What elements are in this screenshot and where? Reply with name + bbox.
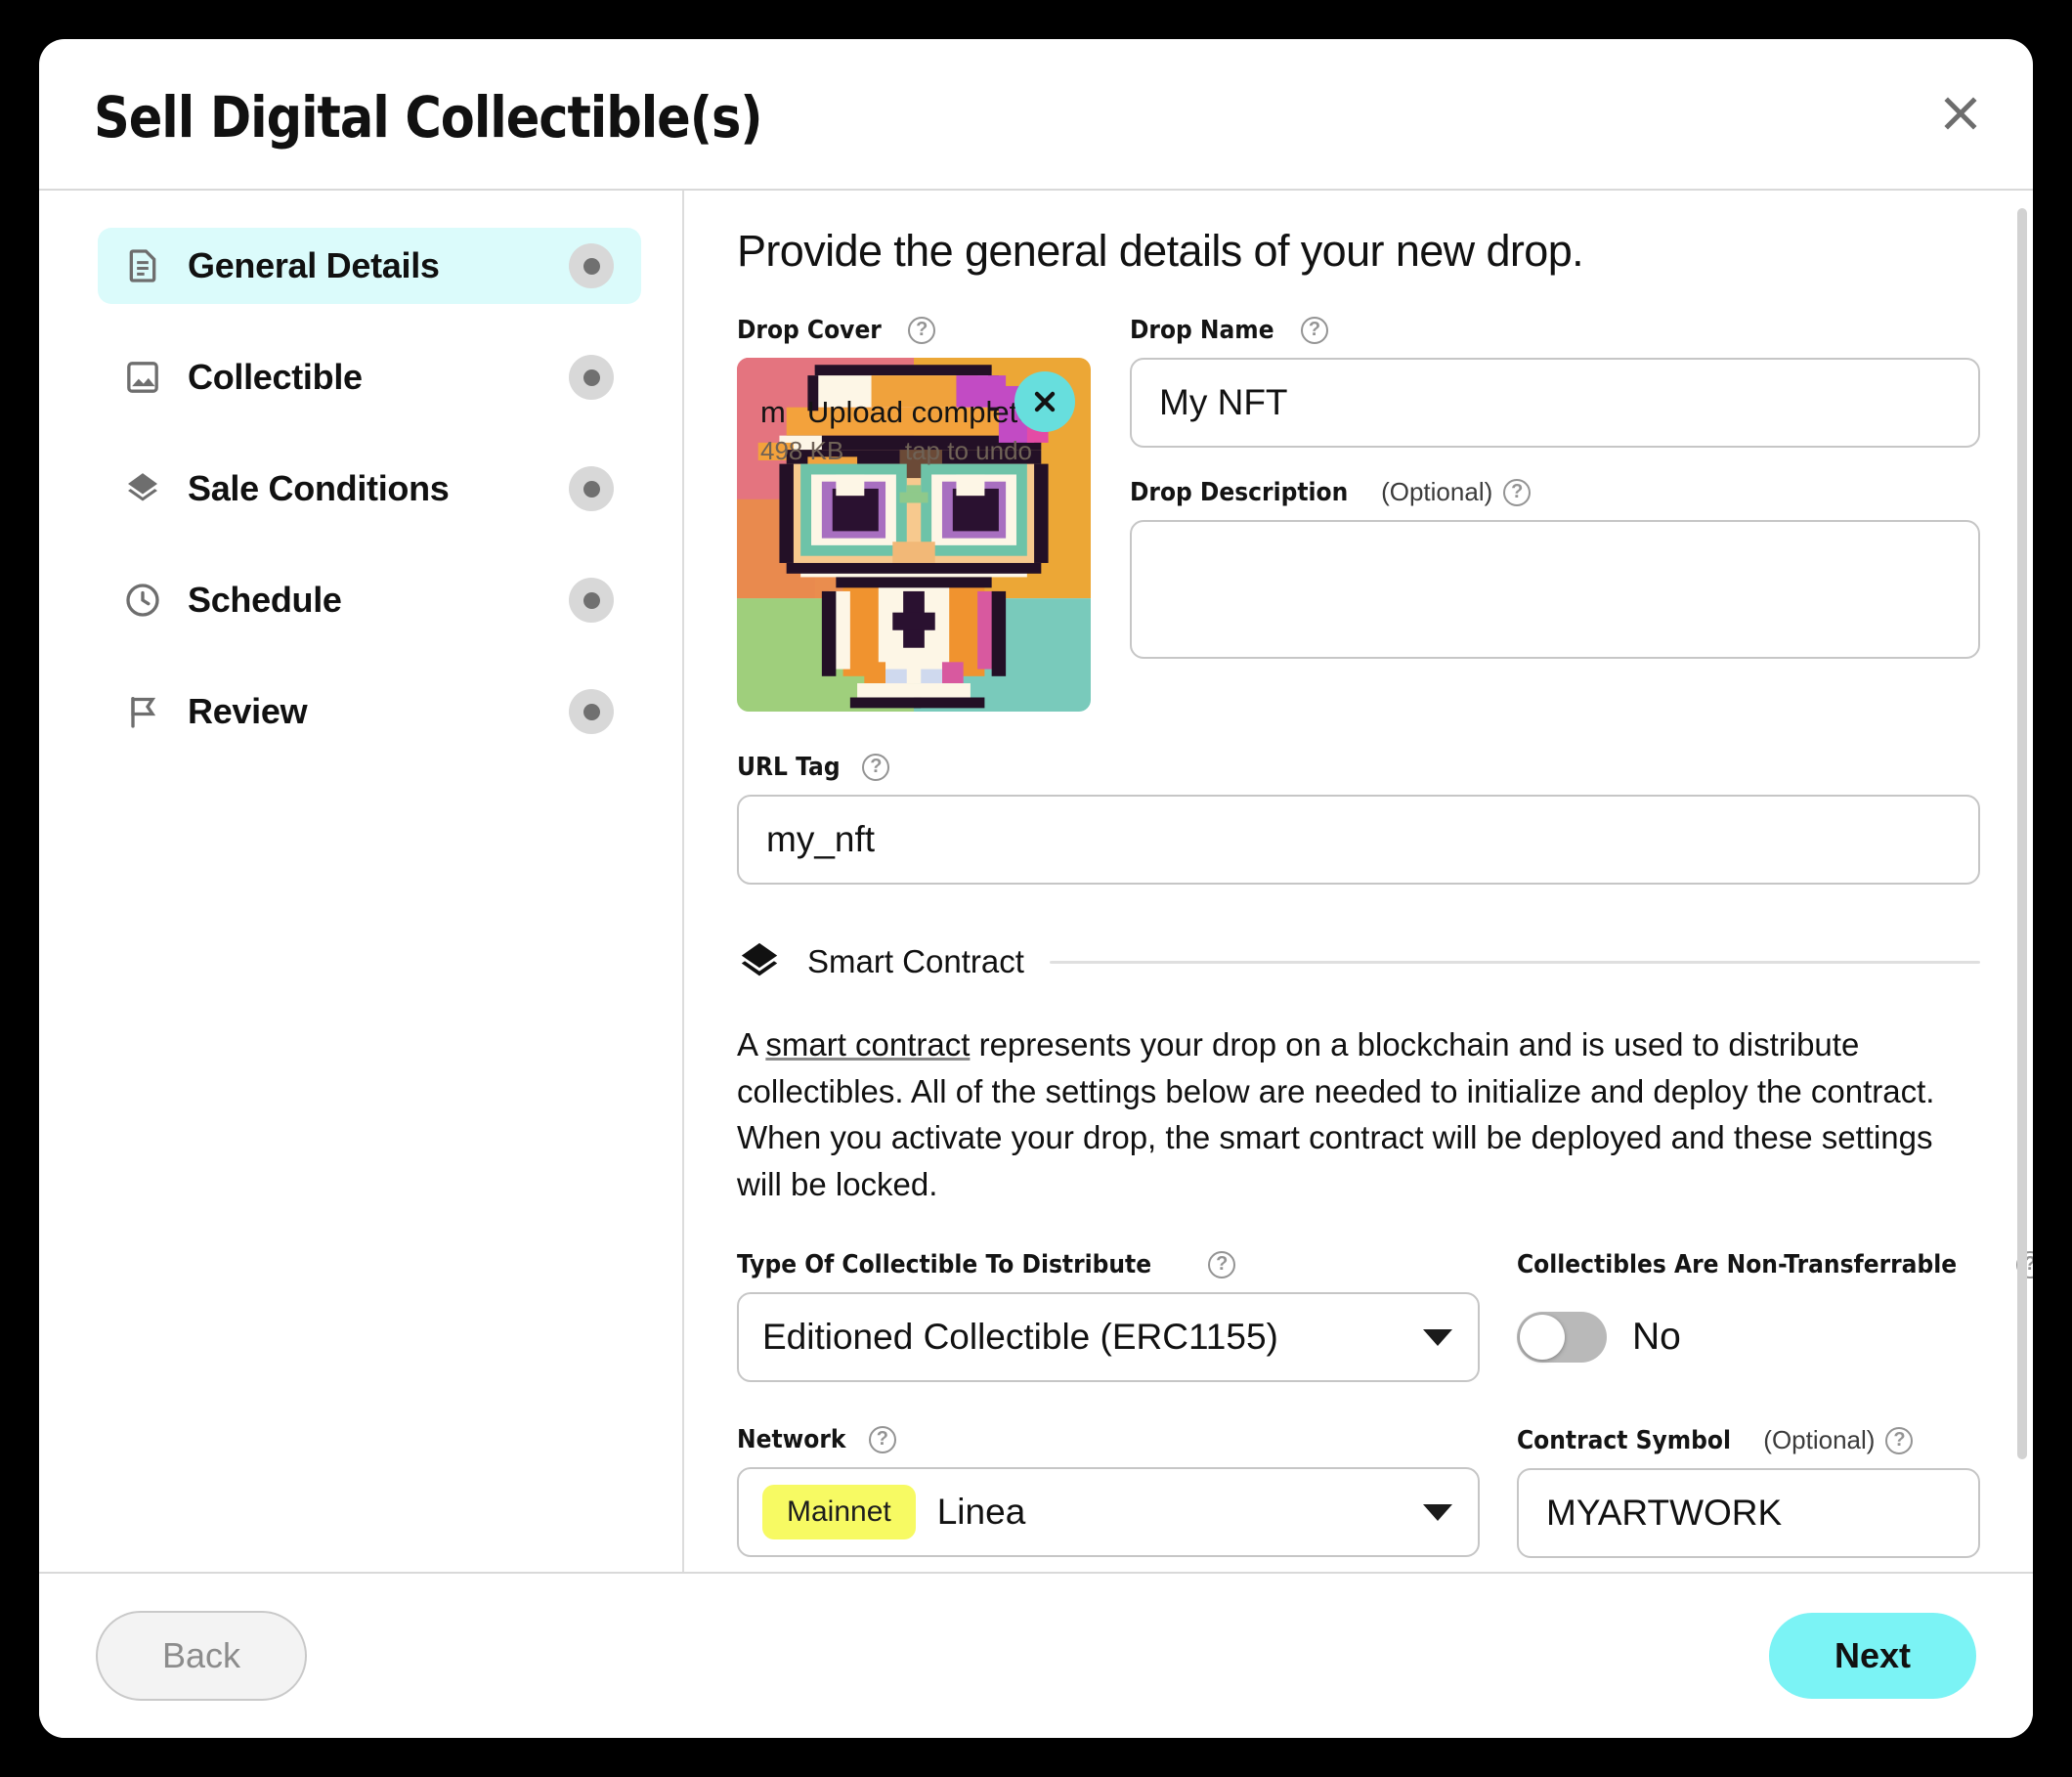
modal-header: Sell Digital Collectible(s) [39,39,2033,191]
help-circle-icon[interactable]: ? [908,317,936,344]
smart-contract-section-header: Smart Contract [737,939,1980,984]
chevron-down-icon [1423,1328,1452,1346]
help-circle-icon[interactable]: ? [1503,478,1532,506]
drop-cover-label-row: Drop Cover ? [737,316,1091,345]
contract-symbol-label: Contract Symbol [1517,1425,1731,1455]
sidebar-item-general-details[interactable]: General Details [98,228,641,304]
non-transferrable-field: Collectibles Are Non-Transferrable ? No [1517,1250,2033,1382]
clock-icon [121,579,164,622]
sidebar-item-label: Sale Conditions [188,468,450,508]
document-icon [121,244,164,287]
remove-cover-button[interactable] [1014,371,1075,432]
non-transferrable-toggle[interactable] [1517,1312,1607,1364]
upload-status-text: Upload complete [806,395,1035,429]
page-title: Sell Digital Collectible(s) [94,84,763,151]
general-details-pane: Provide the general details of your new … [684,191,2033,1572]
collectible-type-value: Editioned Collectible (ERC1155) [762,1317,1278,1358]
non-transferrable-value: No [1632,1316,1681,1359]
image-icon [121,356,164,399]
status-badge [569,243,614,288]
drop-cover-label: Drop Cover [737,316,882,345]
modal-body: General Details Collectible Sale Conditi… [39,191,2033,1572]
help-circle-icon[interactable]: ? [1300,317,1328,344]
sidebar-item-label: Schedule [188,580,342,620]
wizard-sidebar: General Details Collectible Sale Conditi… [39,191,684,1572]
url-tag-input[interactable] [737,795,1980,885]
scrollbar-thumb[interactable] [2017,208,2027,1459]
smart-contract-link[interactable]: smart contract [765,1026,970,1062]
chevron-down-icon [1423,1503,1452,1521]
contract-symbol-label-row: Contract Symbol (Optional) ? [1517,1425,1980,1455]
upload-undo-text[interactable]: tap to undo [905,436,1032,466]
upload-filename-fragment: m [760,395,786,429]
status-badge [569,578,614,623]
layers-icon [737,939,782,984]
non-transferrable-label: Collectibles Are Non-Transferrable [1517,1250,1958,1280]
flag-icon [121,690,164,733]
help-circle-icon[interactable]: ? [1885,1426,1914,1454]
sidebar-item-schedule[interactable]: Schedule [98,562,641,638]
drop-cover-column: Drop Cover ? m Upload complete 498 KB ta… [737,316,1091,712]
help-circle-icon[interactable]: ? [862,754,890,781]
network-field: Network ? Mainnet Linea [737,1425,1480,1558]
status-badge [569,689,614,734]
collectible-type-label-row: Type Of Collectible To Distribute ? [737,1250,1480,1279]
close-icon[interactable] [1929,82,1992,145]
sidebar-item-label: General Details [188,245,440,285]
collectible-type-select[interactable]: Editioned Collectible (ERC1155) [737,1292,1480,1383]
network-label: Network [737,1425,846,1455]
drop-name-label-row: Drop Name ? [1130,316,1980,345]
help-circle-icon[interactable]: ? [1208,1251,1236,1279]
network-value: Linea [936,1492,1026,1533]
collectible-type-label: Type Of Collectible To Distribute [737,1250,1152,1280]
contract-row-1: Type Of Collectible To Distribute ? Edit… [737,1250,2033,1383]
contract-symbol-optional: (Optional) [1763,1425,1876,1455]
contract-row-2: Network ? Mainnet Linea Contract Symbol … [737,1425,1980,1559]
url-tag-block: URL Tag ? [737,753,1980,885]
contract-symbol-field: Contract Symbol (Optional) ? [1517,1425,1980,1559]
divider [1049,960,1980,964]
status-badge [569,466,614,511]
smart-contract-title: Smart Contract [807,943,1024,979]
drop-cover-thumbnail[interactable]: m Upload complete 498 KB tap to undo [737,358,1091,712]
pane-heading: Provide the general details of your new … [737,226,1584,276]
smart-contract-description: A smart contract represents your drop on… [737,1021,1980,1207]
next-button[interactable]: Next [1769,1613,1976,1699]
non-transferrable-label-row: Collectibles Are Non-Transferrable ? [1517,1250,2033,1279]
network-label-row: Network ? [737,1425,1480,1454]
back-button[interactable]: Back [96,1611,307,1701]
sidebar-item-label: Review [188,691,308,731]
drop-description-label-row: Drop Description (Optional) ? [1130,477,1980,507]
sell-collectible-modal: Sell Digital Collectible(s) General Deta… [39,39,2033,1738]
help-circle-icon[interactable]: ? [868,1426,896,1454]
upload-file-size: 498 KB [760,436,844,465]
drop-description-textarea[interactable] [1130,520,1980,659]
top-fields-grid: Drop Cover ? m Upload complete 498 KB ta… [737,316,1980,712]
sidebar-item-review[interactable]: Review [98,673,641,750]
url-tag-label-row: URL Tag ? [737,753,1980,782]
network-badge: Mainnet [762,1485,916,1540]
drop-description-optional: (Optional) [1381,477,1493,506]
status-badge [569,355,614,400]
layers-icon [121,467,164,510]
network-select[interactable]: Mainnet Linea [737,1467,1480,1558]
collectible-type-field: Type Of Collectible To Distribute ? Edit… [737,1250,1480,1383]
modal-footer: Back Next [39,1572,2033,1738]
sidebar-item-sale-conditions[interactable]: Sale Conditions [98,451,641,527]
sidebar-item-collectible[interactable]: Collectible [98,339,641,415]
url-tag-label: URL Tag [737,753,841,782]
drop-name-column: Drop Name ? Drop Description (Optional) … [1130,316,1980,664]
drop-name-input[interactable] [1130,358,1980,448]
description-pre: A [737,1026,766,1062]
sidebar-item-label: Collectible [188,357,363,397]
contract-symbol-input[interactable] [1517,1468,1980,1559]
drop-description-label: Drop Description [1130,477,1349,507]
drop-name-label: Drop Name [1130,316,1274,345]
